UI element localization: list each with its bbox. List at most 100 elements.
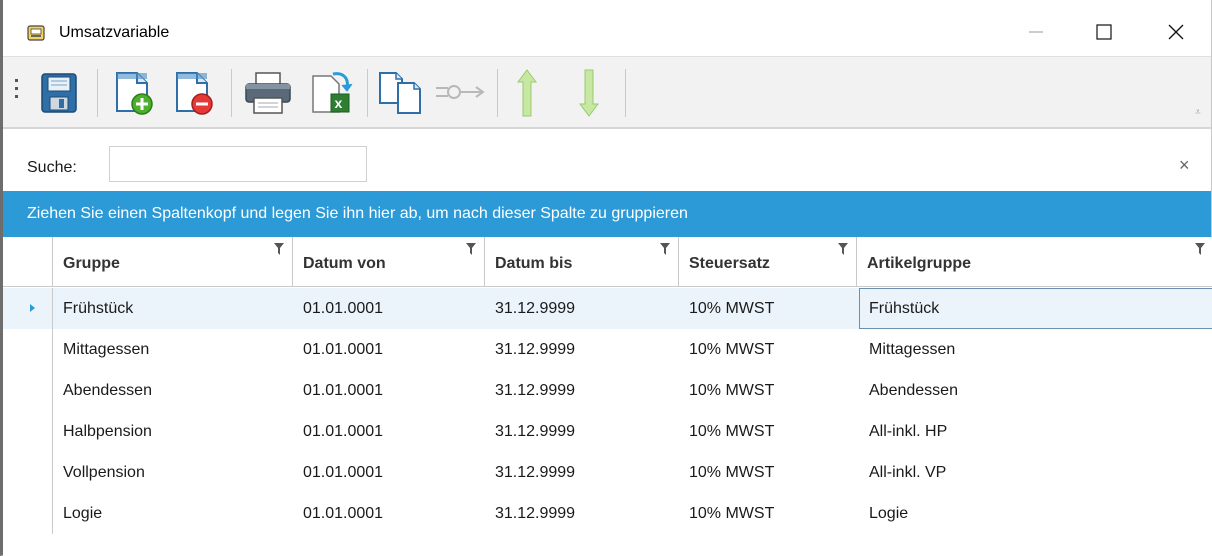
column-header-datum-bis[interactable]: Datum bis xyxy=(485,237,679,287)
floppy-disk-icon xyxy=(41,73,77,113)
table-row[interactable]: Logie 01.01.0001 31.12.9999 10% MWST Log… xyxy=(3,493,1212,534)
cell-datum-bis[interactable]: 31.12.9999 xyxy=(485,493,575,534)
window: Umsatzvariable x ⩡ Suche: × Ziehen Sie e… xyxy=(0,0,1212,556)
row-indicator xyxy=(3,329,53,370)
cell-datum-bis[interactable]: 31.12.9999 xyxy=(485,452,575,493)
grid-header: Gruppe Datum von Datum bis Steuersatz Ar… xyxy=(3,237,1212,287)
cell-steuersatz[interactable]: 10% MWST xyxy=(679,329,774,370)
column-header-datum-von[interactable]: Datum von xyxy=(293,237,485,287)
minimize-button[interactable] xyxy=(1013,14,1059,50)
cell-artikelgruppe[interactable]: All-inkl. HP xyxy=(859,411,947,452)
cell-datum-von[interactable]: 01.01.0001 xyxy=(293,411,383,452)
window-title: Umsatzvariable xyxy=(59,24,170,41)
cell-datum-von[interactable]: 01.01.0001 xyxy=(293,452,383,493)
cell-artikelgruppe[interactable]: Logie xyxy=(859,493,908,534)
filter-icon[interactable] xyxy=(466,243,476,255)
column-header-gruppe[interactable]: Gruppe xyxy=(53,237,293,287)
cell-datum-bis[interactable]: 31.12.9999 xyxy=(485,329,575,370)
column-header-label: Datum bis xyxy=(495,255,573,272)
cell-gruppe[interactable]: Frühstück xyxy=(53,288,133,329)
arrow-down-icon xyxy=(579,69,599,117)
cell-datum-bis[interactable]: 31.12.9999 xyxy=(485,370,575,411)
printer-icon xyxy=(245,72,291,114)
filter-icon[interactable] xyxy=(838,243,848,255)
toolbar-separator xyxy=(367,69,368,117)
toolbar-separator xyxy=(497,69,498,117)
document-add-icon xyxy=(116,72,153,115)
toolbar: x ⩡ xyxy=(3,56,1211,128)
search-clear-button[interactable]: × xyxy=(1179,155,1190,176)
cell-datum-von[interactable]: 01.01.0001 xyxy=(293,329,383,370)
cell-steuersatz[interactable]: 10% MWST xyxy=(679,452,774,493)
maximize-icon xyxy=(1096,24,1112,40)
filter-icon[interactable] xyxy=(660,243,670,255)
column-header-label: Steuersatz xyxy=(689,255,770,272)
row-indicator xyxy=(3,370,53,411)
column-header-steuersatz[interactable]: Steuersatz xyxy=(679,237,857,287)
toolbar-grip[interactable] xyxy=(15,79,19,109)
cell-datum-von[interactable]: 01.01.0001 xyxy=(293,370,383,411)
cell-artikelgruppe[interactable]: All-inkl. VP xyxy=(859,452,946,493)
copy-documents-icon xyxy=(379,72,421,114)
row-indicator xyxy=(3,288,53,329)
row-indicator-header xyxy=(3,237,53,287)
cell-datum-von[interactable]: 01.01.0001 xyxy=(293,288,383,329)
table-row[interactable]: Halbpension 01.01.0001 31.12.9999 10% MW… xyxy=(3,411,1212,452)
close-icon xyxy=(1168,24,1184,40)
current-row-arrow-icon xyxy=(30,304,35,312)
copy-button[interactable] xyxy=(373,65,431,121)
move-up-button[interactable] xyxy=(507,65,547,121)
export-excel-button[interactable]: x xyxy=(303,65,361,121)
data-grid: Gruppe Datum von Datum bis Steuersatz Ar… xyxy=(3,237,1212,556)
toolbar-separator xyxy=(231,69,232,117)
cell-gruppe[interactable]: Mittagessen xyxy=(53,329,149,370)
svg-text:x: x xyxy=(335,95,343,111)
excel-export-icon: x xyxy=(312,72,353,113)
column-header-label: Gruppe xyxy=(63,255,120,272)
row-indicator xyxy=(3,452,53,493)
cell-datum-bis[interactable]: 31.12.9999 xyxy=(485,288,575,329)
cell-steuersatz[interactable]: 10% MWST xyxy=(679,370,774,411)
search-bar: Suche: × xyxy=(3,128,1211,186)
table-row[interactable]: Frühstück 01.01.0001 31.12.9999 10% MWST… xyxy=(3,288,1212,329)
search-label: Suche: xyxy=(27,159,77,176)
app-window-icon xyxy=(27,25,45,41)
cell-gruppe[interactable]: Logie xyxy=(53,493,102,534)
save-button[interactable] xyxy=(35,65,83,121)
cell-datum-von[interactable]: 01.01.0001 xyxy=(293,493,383,534)
filter-icon[interactable] xyxy=(1195,243,1205,255)
cell-steuersatz[interactable]: 10% MWST xyxy=(679,493,774,534)
cell-gruppe[interactable]: Halbpension xyxy=(53,411,152,452)
cell-gruppe[interactable]: Vollpension xyxy=(53,452,145,493)
cell-artikelgruppe[interactable]: Frühstück xyxy=(859,288,1212,329)
search-input[interactable] xyxy=(109,146,367,182)
arrow-up-icon xyxy=(517,69,537,117)
close-window-button[interactable] xyxy=(1153,14,1199,50)
cell-gruppe[interactable]: Abendessen xyxy=(53,370,152,411)
row-indicator xyxy=(3,493,53,534)
cell-datum-bis[interactable]: 31.12.9999 xyxy=(485,411,575,452)
add-button[interactable] xyxy=(107,65,161,121)
table-row[interactable]: Mittagessen 01.01.0001 31.12.9999 10% MW… xyxy=(3,329,1212,370)
connect-arrow-icon xyxy=(436,85,485,99)
toolbar-overflow-button[interactable]: ⩡ xyxy=(1195,107,1201,118)
cell-artikelgruppe[interactable]: Mittagessen xyxy=(859,329,955,370)
move-down-button[interactable] xyxy=(569,65,609,121)
filter-icon[interactable] xyxy=(274,243,284,255)
print-button[interactable] xyxy=(239,65,297,121)
row-indicator xyxy=(3,411,53,452)
document-remove-icon xyxy=(176,72,213,115)
maximize-button[interactable] xyxy=(1081,14,1127,50)
group-panel[interactable]: Ziehen Sie einen Spaltenkopf und legen S… xyxy=(3,191,1211,237)
cell-steuersatz[interactable]: 10% MWST xyxy=(679,288,774,329)
delete-button[interactable] xyxy=(167,65,221,121)
cell-artikelgruppe[interactable]: Abendessen xyxy=(859,370,958,411)
table-row[interactable]: Abendessen 01.01.0001 31.12.9999 10% MWS… xyxy=(3,370,1212,411)
column-header-artikelgruppe[interactable]: Artikelgruppe xyxy=(857,237,1212,287)
table-row[interactable]: Vollpension 01.01.0001 31.12.9999 10% MW… xyxy=(3,452,1212,493)
column-header-label: Artikelgruppe xyxy=(867,255,972,272)
cell-steuersatz[interactable]: 10% MWST xyxy=(679,411,774,452)
toolbar-separator xyxy=(625,69,626,117)
column-header-label: Datum von xyxy=(303,255,386,272)
connect-button[interactable] xyxy=(433,65,489,121)
